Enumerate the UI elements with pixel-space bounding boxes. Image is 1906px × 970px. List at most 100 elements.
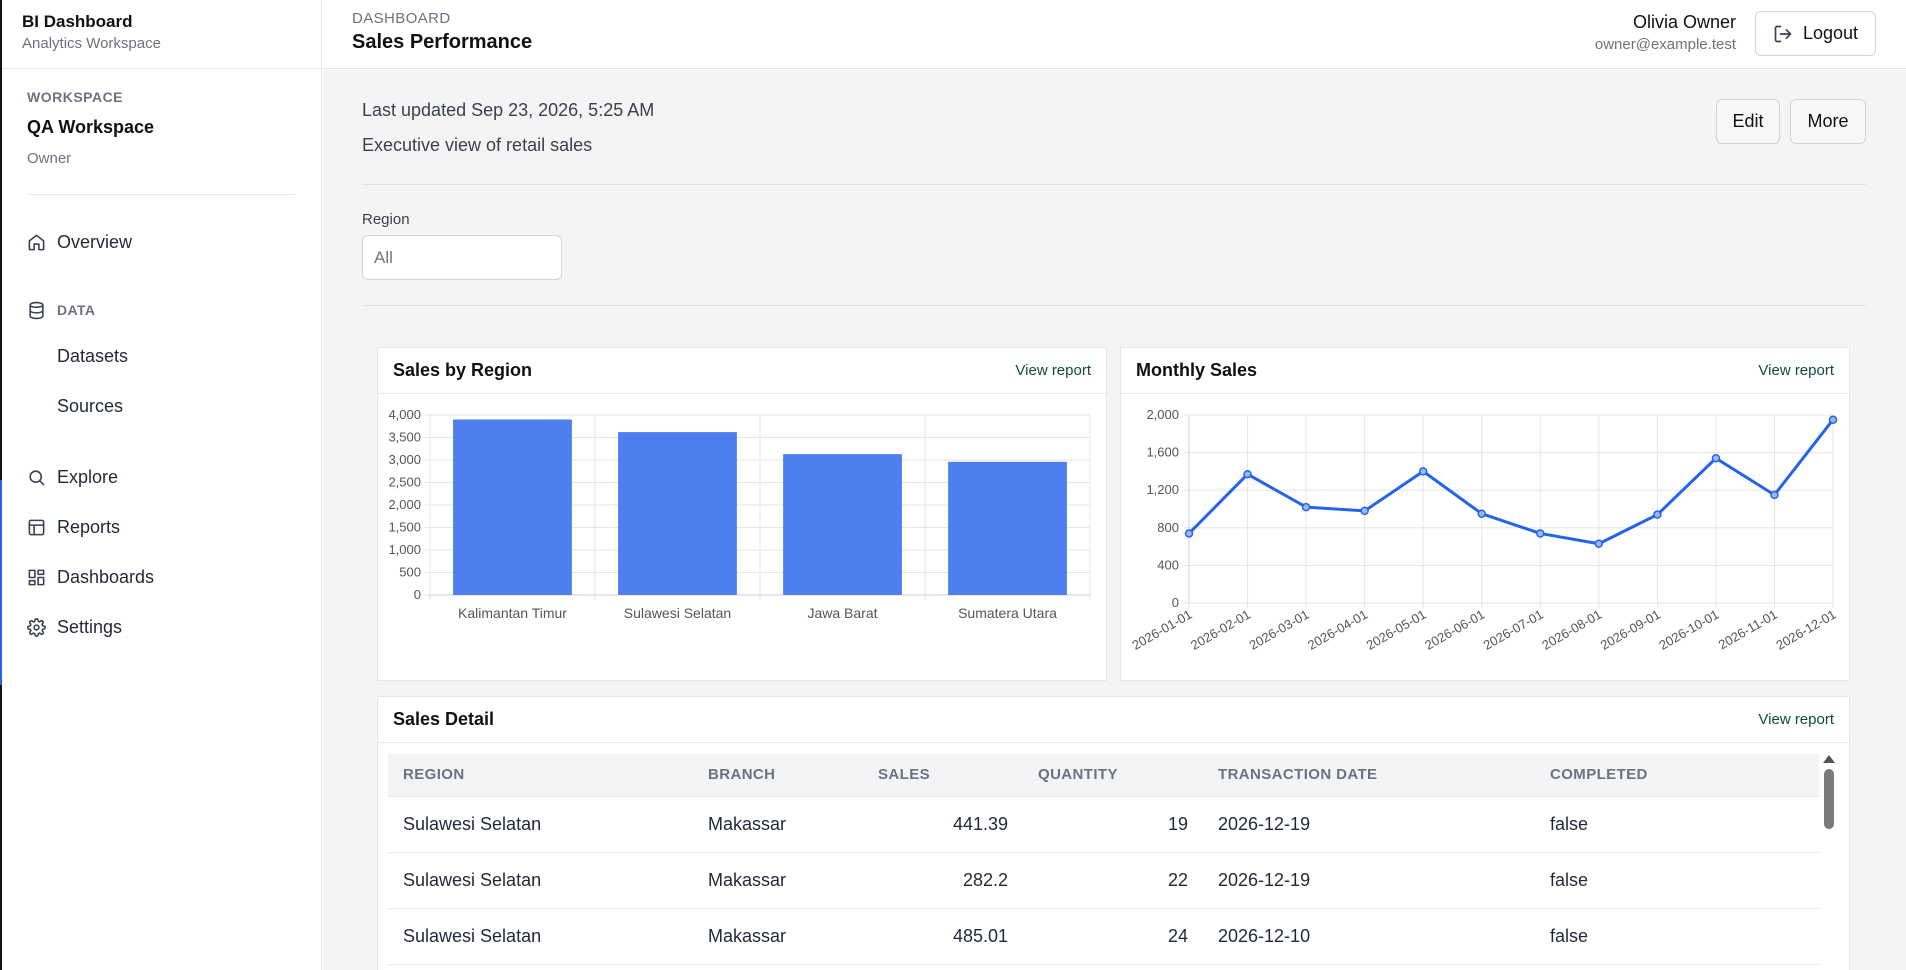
x-tick-label: Kalimantan Timur (458, 605, 567, 621)
region-filter-input[interactable] (362, 235, 562, 280)
table-scrollbar[interactable] (1823, 755, 1835, 970)
table-header-row: REGION BRANCH SALES QUANTITY TRANSACTION… (388, 754, 1819, 797)
logout-label: Logout (1802, 23, 1859, 43)
sidebar-item-dashboards[interactable]: Dashboards (27, 564, 154, 590)
sidebar-item-reports[interactable]: Reports (27, 514, 120, 540)
sidebar-item-label: Settings (57, 616, 123, 637)
sidebar-item-label: Overview (57, 231, 133, 252)
cell-completed: false (1535, 908, 1819, 965)
sidebar-section-label: DATA (57, 302, 96, 318)
logout-icon (1774, 25, 1792, 42)
sidebar-item-label: Explore (57, 466, 119, 487)
y-tick-label: 2,000 (388, 497, 421, 512)
y-tick-label: 1,500 (388, 520, 421, 535)
column-header-region[interactable]: REGION (388, 754, 693, 797)
bar (948, 461, 1067, 595)
table-row[interactable]: Sulawesi Selatan Makassar 485.01 24 2026… (388, 908, 1819, 965)
cell-region: Sulawesi Selatan (388, 852, 693, 909)
workspace-label: WORKSPACE (27, 89, 124, 105)
sidebar: BI Dashboard Analytics Workspace WORKSPA… (2, 0, 322, 970)
x-tick-label: 2026-03-01 (1247, 607, 1312, 653)
region-filter-label: Region (362, 211, 410, 228)
view-report-link[interactable]: View report (1015, 362, 1091, 379)
bar (453, 419, 572, 595)
cell-branch: Makassar (693, 796, 863, 853)
divider (362, 184, 1866, 185)
sidebar-item-sources[interactable]: Sources (57, 396, 123, 417)
data-point (1828, 415, 1838, 424)
view-report-link[interactable]: View report (1758, 362, 1834, 379)
data-point (1184, 529, 1194, 538)
search-icon (29, 469, 45, 485)
y-tick-label: 3,000 (388, 452, 421, 467)
data-point (1594, 539, 1604, 549)
cell-sales: 282.2 (863, 852, 1023, 909)
logout-button[interactable]: Logout (1755, 11, 1876, 56)
data-point (1301, 502, 1311, 512)
cell-transaction-date: 2026-12-19 (1203, 852, 1535, 909)
y-tick-label: 500 (399, 565, 421, 580)
cell-quantity: 24 (1023, 908, 1203, 965)
column-header-branch[interactable]: BRANCH (693, 754, 863, 797)
data-point (1418, 467, 1428, 476)
sidebar-item-overview[interactable]: Overview (27, 229, 132, 255)
y-tick-label: 1,200 (1146, 482, 1179, 497)
dashboard-icon (28, 569, 45, 585)
sidebar-item-label: Dashboards (57, 566, 155, 587)
sidebar-item-label: Reports (57, 516, 121, 537)
cell-region: Sulawesi Selatan (388, 908, 693, 965)
dashboard-description: Executive view of retail sales (362, 135, 593, 155)
scroll-up-arrow-icon[interactable] (1823, 755, 1835, 763)
sidebar-item-explore[interactable]: Explore (27, 464, 118, 490)
bar-chart: 0 500 1,000 1,500 2,000 2,500 3,000 3,500 4,000 K… (388, 407, 1091, 621)
column-header-quantity[interactable]: QUANTITY (1023, 754, 1203, 797)
x-tick-label: 2026-05-01 (1364, 607, 1429, 653)
home-icon (28, 234, 45, 250)
database-icon (29, 301, 44, 319)
more-button[interactable]: More (1790, 99, 1866, 144)
x-tick-label: 2026-04-01 (1305, 607, 1370, 653)
cell-region: Sulawesi Selatan (388, 796, 693, 853)
y-tick-label: 800 (1157, 520, 1179, 535)
sales-detail-card: Sales Detail View report REGION BRANCH S… (377, 696, 1850, 970)
data-point (1711, 453, 1721, 463)
x-tick-label: 2026-07-01 (1481, 607, 1546, 653)
column-header-completed[interactable]: COMPLETED (1535, 754, 1819, 797)
y-tick-label: 0 (1172, 595, 1179, 610)
cell-quantity: 22 (1023, 852, 1203, 909)
cell-completed: false (1535, 796, 1819, 853)
workspace-info[interactable]: WORKSPACE QA Workspace Owner (27, 69, 295, 195)
main-content: Last updated Sep 23, 2026, 5:25 AM Execu… (323, 70, 1906, 970)
sidebar-item-settings[interactable]: Settings (27, 614, 122, 640)
sidebar-item-datasets[interactable]: Datasets (57, 346, 128, 367)
table-row[interactable]: Sulawesi Selatan Makassar 441.39 19 2026… (388, 796, 1819, 853)
view-report-link[interactable]: View report (1758, 711, 1834, 728)
line-chart: 0 400 800 1,200 1,600 2,000 2026-01-012026-02-… (1129, 407, 1838, 653)
x-tick-label: 2026-06-01 (1422, 607, 1487, 653)
data-point (1243, 469, 1252, 479)
breadcrumb[interactable]: DASHBOARD (352, 10, 451, 27)
card-title: Monthly Sales (1136, 360, 1258, 380)
y-tick-label: 0 (414, 587, 421, 602)
x-tick-label: 2026-12-01 (1773, 607, 1838, 653)
bar (618, 432, 737, 595)
table-row[interactable]: Sulawesi Selatan Makassar 282.2 22 2026-… (388, 852, 1819, 909)
sidebar-section-data: DATA (27, 297, 95, 323)
card-title: Sales by Region (393, 360, 533, 380)
series-line (1187, 418, 1835, 546)
cell-quantity: 19 (1023, 796, 1203, 853)
x-tick-label: Jawa Barat (807, 605, 877, 621)
x-tick-label: 2026-01-01 (1129, 607, 1194, 653)
data-point (1653, 510, 1662, 519)
edit-button[interactable]: Edit (1716, 99, 1780, 144)
column-header-transaction-date[interactable]: TRANSACTION DATE (1203, 754, 1535, 797)
column-header-sales[interactable]: SALES (863, 754, 1023, 797)
sales-by-region-card: Sales by Region View report 0 500 1,000 1,5… (377, 347, 1107, 681)
user-name: Olivia Owner (1632, 12, 1736, 32)
x-tick-label: 2026-08-01 (1539, 607, 1604, 653)
scroll-thumb[interactable] (1824, 769, 1834, 829)
table-icon (28, 519, 45, 535)
page-title: Sales Performance (352, 31, 533, 53)
user-email: owner@example.test (1594, 36, 1736, 53)
y-tick-label: 1,000 (388, 542, 421, 557)
